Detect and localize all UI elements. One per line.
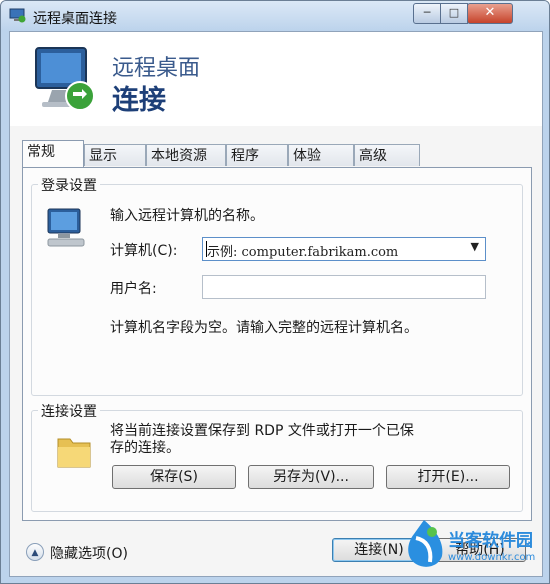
login-settings-group: 登录设置 输入远程计算机的名称。 计算机(C): 示例: computer.fa…: [31, 175, 523, 396]
computer-placeholder: 示例: computer.fabrikam.com: [207, 245, 399, 260]
connection-description: 将当前连接设置保存到 RDP 文件或打开一个已保存的连接。: [110, 423, 414, 456]
computer-combobox[interactable]: 示例: computer.fabrikam.com ▼: [202, 237, 486, 261]
open-button[interactable]: 打开(E)...: [386, 465, 510, 489]
tab-local-resources[interactable]: 本地资源: [146, 144, 226, 166]
computer-label: 计算机(C):: [110, 243, 178, 259]
header-banner: 远程桌面 连接: [10, 32, 542, 126]
site-watermark: 当客软件园 www.downkr.com: [396, 512, 546, 578]
maximize-button[interactable]: □: [440, 3, 468, 24]
app-window: 远程桌面连接 ─ □ ✕ 远程桌面 连接 常规 显示 本地资源 程序 体验 高级: [0, 0, 550, 584]
save-button[interactable]: 保存(S): [112, 465, 236, 489]
tab-programs[interactable]: 程序: [226, 144, 288, 166]
tab-experience[interactable]: 体验: [288, 144, 354, 166]
dialog-client: 远程桌面 连接 常规 显示 本地资源 程序 体验 高级 登录设置 输入远程计算机…: [9, 31, 543, 577]
folder-icon: [57, 438, 91, 468]
tab-advanced[interactable]: 高级: [354, 144, 420, 166]
connection-settings-title: 连接设置: [38, 401, 100, 421]
banner-title-line2: 连接: [112, 85, 166, 116]
computer-icon: [47, 208, 85, 247]
login-settings-title: 登录设置: [38, 175, 100, 195]
remote-desktop-app-icon: [9, 8, 26, 23]
login-instruction: 输入远程计算机的名称。: [110, 208, 264, 224]
hide-options-link[interactable]: 隐藏选项(O): [50, 543, 128, 563]
close-button[interactable]: ✕: [467, 3, 513, 24]
empty-computer-message: 计算机名字段为空。请输入完整的远程计算机名。: [110, 320, 418, 336]
collapse-options-icon[interactable]: ▲: [26, 543, 44, 561]
save-as-button[interactable]: 另存为(V)...: [248, 465, 374, 489]
tab-panel-general: 登录设置 输入远程计算机的名称。 计算机(C): 示例: computer.fa…: [22, 167, 532, 521]
dropdown-arrow-icon[interactable]: ▼: [471, 240, 479, 253]
watermark-logo-icon: [408, 520, 443, 567]
tab-display[interactable]: 显示: [84, 144, 146, 166]
window-title: 远程桌面连接: [33, 11, 117, 27]
watermark-url: www.downkr.com: [448, 552, 536, 563]
connection-settings-group: 连接设置 将当前连接设置保存到 RDP 文件或打开一个已保存的连接。 保存(S)…: [31, 401, 523, 512]
minimize-button[interactable]: ─: [413, 3, 441, 24]
watermark-name: 当客软件园: [448, 531, 533, 551]
tab-general[interactable]: 常规: [22, 140, 84, 167]
username-label: 用户名:: [110, 281, 157, 297]
username-input[interactable]: [202, 275, 486, 299]
title-bar[interactable]: 远程桌面连接 ─ □ ✕: [1, 1, 549, 31]
remote-desktop-monitor-icon: [35, 47, 95, 111]
